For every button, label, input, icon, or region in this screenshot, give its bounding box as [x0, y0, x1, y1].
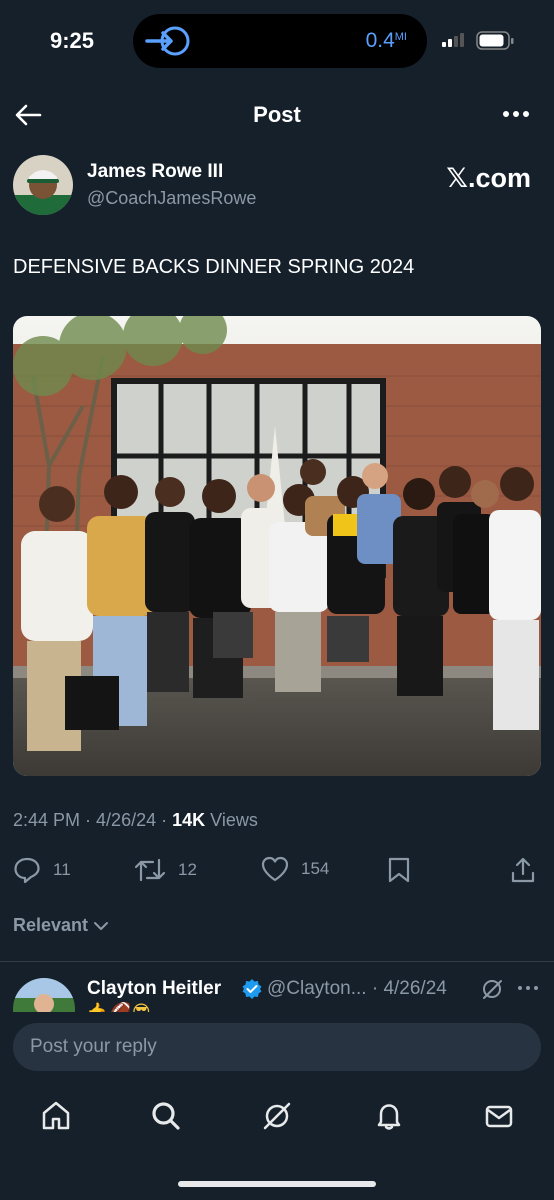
bookmark-icon [388, 857, 410, 883]
tab-bar [0, 1083, 554, 1143]
status-bar: 9:25 0.4MI [0, 0, 554, 84]
reply-text: 🤙🏈😎 [87, 1002, 151, 1012]
nav-distance-value: 0.4 [365, 29, 395, 52]
more-horizontal-icon[interactable] [502, 104, 530, 124]
bookmark-button[interactable] [387, 856, 411, 884]
notifications-icon[interactable] [373, 1100, 405, 1132]
share-button[interactable] [510, 856, 536, 884]
nav-distance-unit: MI [394, 31, 407, 43]
like-button[interactable]: 154 [261, 856, 329, 882]
post-date: 4/26/24 [96, 810, 157, 830]
more-horizontal-icon[interactable] [517, 984, 539, 992]
views-label[interactable]: Views [210, 810, 258, 830]
nav-distance: 0.4MI [366, 29, 407, 53]
home-indicator [178, 1181, 376, 1187]
status-time: 9:25 [50, 28, 95, 53]
reply-count: 11 [53, 860, 71, 879]
dynamic-island[interactable]: 0.4MI [133, 14, 427, 68]
author-name[interactable]: James Rowe III [87, 161, 223, 183]
home-icon[interactable] [40, 1100, 72, 1132]
search-icon[interactable] [150, 1100, 182, 1132]
verified-badge-icon [242, 979, 262, 999]
like-count: 154 [301, 859, 330, 878]
heart-icon [261, 856, 289, 882]
repost-count: 12 [178, 860, 197, 879]
grok-icon[interactable] [261, 1100, 293, 1132]
reply-icon [14, 857, 40, 884]
repost-button[interactable]: 12 [134, 856, 197, 884]
post-image[interactable] [13, 316, 541, 776]
post-time: 2:44 PM [13, 810, 81, 830]
repost-icon [134, 858, 166, 882]
post-text: DEFENSIVE BACKS DINNER SPRING 2024 [13, 256, 415, 278]
navigation-arrow-icon [145, 26, 190, 56]
reply-author-name[interactable]: Clayton Heitler [87, 978, 221, 1000]
author-avatar[interactable] [13, 155, 73, 215]
post-actions: 11 12 154 [0, 852, 554, 888]
author-handle[interactable]: @CoachJamesRowe [87, 188, 256, 209]
reply-button[interactable]: 11 [13, 856, 71, 884]
reply-handle-date: @Clayton... · 4/26/24 [267, 978, 447, 999]
group-photo [13, 316, 541, 776]
post-meta: 2:44 PM · 4/26/24 · 14K Views [13, 810, 258, 830]
reply-author-handle: @Clayton... [267, 978, 367, 999]
source-label: 𝕏.com [446, 163, 531, 193]
share-icon [511, 857, 535, 883]
reply-sort-label: Relevant [13, 915, 89, 935]
grok-icon[interactable] [480, 977, 504, 1001]
reply-placeholder: Post your reply [30, 1036, 157, 1057]
battery-icon [476, 31, 514, 50]
post-header: Post [0, 90, 554, 140]
views-count: 14K [172, 810, 206, 830]
reply-sort-dropdown[interactable]: Relevant [13, 915, 109, 936]
messages-icon[interactable] [483, 1100, 515, 1132]
reply-avatar[interactable] [13, 978, 75, 1012]
reply-item[interactable]: Clayton Heitler @Clayton... · 4/26/24 🤙🏈… [0, 970, 554, 1012]
reply-input[interactable]: Post your reply [13, 1023, 541, 1071]
chevron-down-icon [94, 921, 109, 930]
cellular-signal-icon [442, 33, 464, 47]
post-author: James Rowe III @CoachJamesRowe 𝕏.com [13, 155, 541, 215]
reply-date: 4/26/24 [383, 978, 447, 999]
divider [0, 961, 554, 962]
page-title: Post [253, 102, 301, 127]
